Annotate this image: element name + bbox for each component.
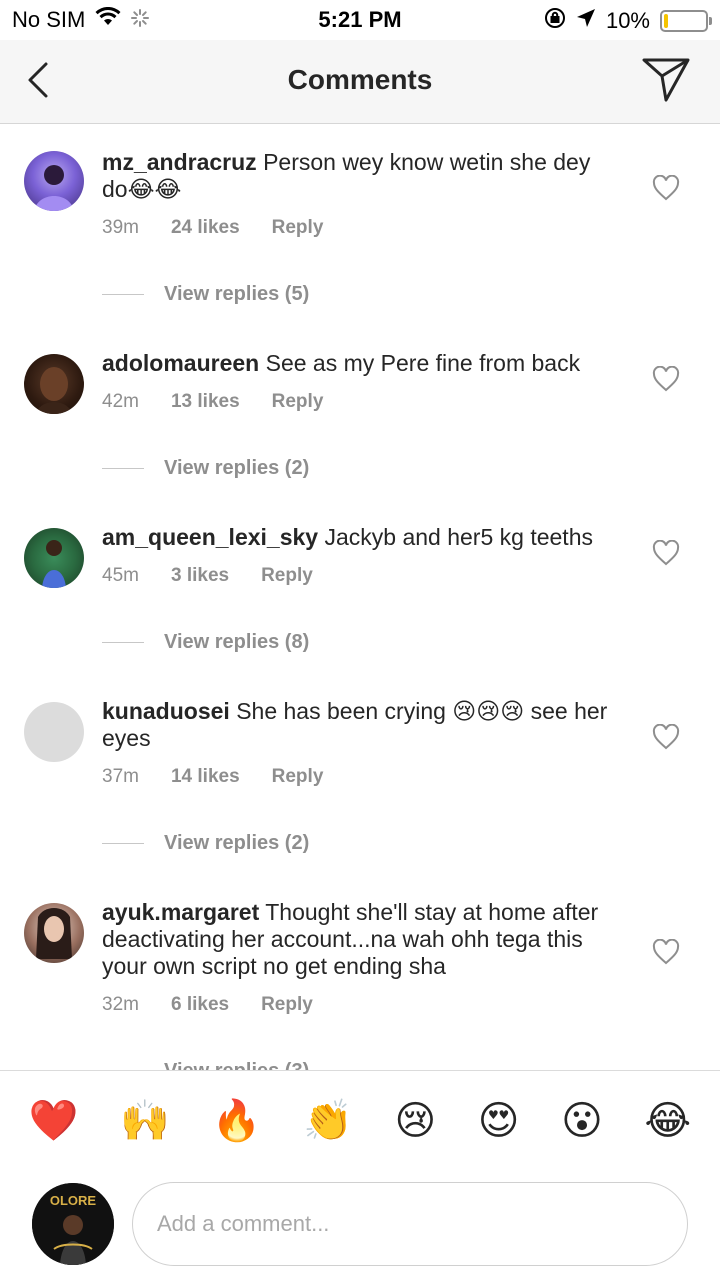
comment-time: 45m (102, 565, 139, 586)
paper-plane-icon (642, 58, 690, 102)
surprised-emoji-button[interactable]: 😮 (561, 1101, 603, 1141)
comment-body: mz_andracruz Person wey know wetin she d… (102, 149, 620, 203)
orientation-lock-icon (544, 7, 566, 35)
view-replies-label: View replies (3) (164, 1060, 309, 1070)
comment-meta: 42m 13 likes Reply (102, 391, 620, 413)
avatar-photo (36, 367, 72, 414)
comment-meta: 37m 14 likes Reply (102, 766, 620, 788)
view-replies-label: View replies (2) (164, 832, 310, 854)
my-avatar-artwork: OLORE (32, 1183, 114, 1265)
avatar[interactable] (24, 354, 84, 414)
comment-username[interactable]: adolomaureen (102, 350, 259, 376)
avatar-photo (42, 540, 66, 588)
avatar[interactable] (24, 151, 84, 211)
battery-level (664, 14, 668, 28)
comment-time: 42m (102, 391, 139, 412)
view-replies-button[interactable]: View replies (8) (102, 631, 620, 654)
view-replies-button[interactable]: View replies (2) (102, 457, 620, 480)
comment-item: adolomaureen See as my Pere fine from ba… (0, 306, 720, 480)
emoji-bar: ❤️ 🙌 🔥 👏 😢 😍 😮 😂 (0, 1070, 720, 1170)
battery-percent: 10% (605, 8, 650, 33)
divider-line (102, 294, 144, 295)
reply-button[interactable]: Reply (261, 565, 313, 587)
comment-text: See as my Pere fine from back (265, 350, 581, 376)
comment-item: mz_andracruz Person wey know wetin she d… (0, 125, 720, 306)
comment-input[interactable] (132, 1182, 688, 1266)
comment-body: am_queen_lexi_sky Jackyb and her5 kg tee… (102, 524, 620, 551)
comment-time: 39m (102, 217, 139, 238)
view-replies-label: View replies (2) (164, 457, 310, 479)
comment-item: ayuk.margaret Thought she'll stay at hom… (0, 855, 720, 1070)
my-avatar-text: OLORE (50, 1193, 97, 1208)
avatar-photo (34, 165, 74, 211)
divider-line (102, 468, 144, 469)
comment-item: kunaduosei She has been crying 😢😢😢 see h… (0, 654, 720, 855)
view-replies-button[interactable]: View replies (2) (102, 832, 620, 855)
crying-emoji-button[interactable]: 😢 (394, 1101, 436, 1141)
laughing-emoji-button[interactable]: 😂 (644, 1101, 691, 1141)
heart-icon[interactable] (652, 724, 680, 750)
nav-header: Comments (0, 40, 720, 124)
my-avatar[interactable]: OLORE (32, 1183, 114, 1265)
comments-screen: No SIM 5:21 PM 10% Comments mz_andracruz… (0, 0, 720, 1280)
divider-line (102, 642, 144, 643)
share-button[interactable] (642, 56, 692, 104)
reply-button[interactable]: Reply (272, 217, 324, 239)
comment-meta: 45m 3 likes Reply (102, 565, 620, 587)
comment-username[interactable]: am_queen_lexi_sky (102, 524, 318, 550)
comment-meta: 39m 24 likes Reply (102, 217, 620, 239)
fire-emoji-button[interactable]: 🔥 (212, 1101, 262, 1141)
view-replies-label: View replies (8) (164, 631, 310, 653)
heart-icon[interactable] (652, 366, 680, 392)
comments-list[interactable]: mz_andracruz Person wey know wetin she d… (0, 125, 720, 1070)
reply-button[interactable]: Reply (261, 994, 313, 1016)
comment-composer: OLORE (0, 1170, 720, 1280)
location-arrow-icon (576, 8, 596, 34)
comment-body: ayuk.margaret Thought she'll stay at hom… (102, 899, 620, 980)
avatar[interactable] (24, 903, 84, 963)
avatar-photo (36, 908, 72, 959)
comment-text: Jackyb and her5 kg teeths (324, 524, 593, 550)
divider-line (102, 843, 144, 844)
raised-hands-emoji-button[interactable]: 🙌 (120, 1101, 170, 1141)
reply-button[interactable]: Reply (272, 391, 324, 413)
comment-likes[interactable]: 13 likes (171, 391, 240, 413)
heart-icon[interactable] (652, 540, 680, 566)
comment-time: 32m (102, 994, 139, 1015)
view-replies-label: View replies (5) (164, 283, 310, 305)
heart-eyes-emoji-button[interactable]: 😍 (478, 1101, 520, 1141)
status-bar: No SIM 5:21 PM 10% (0, 0, 720, 40)
avatar-placeholder[interactable] (24, 702, 84, 762)
comment-body: kunaduosei She has been crying 😢😢😢 see h… (102, 698, 620, 752)
comment-likes[interactable]: 14 likes (171, 766, 240, 788)
comment-username[interactable]: ayuk.margaret (102, 899, 259, 925)
comment-username[interactable]: kunaduosei (102, 698, 230, 724)
status-right: 10% (544, 7, 712, 35)
avatar[interactable] (24, 528, 84, 588)
comment-item: am_queen_lexi_sky Jackyb and her5 kg tee… (0, 480, 720, 654)
comment-body: adolomaureen See as my Pere fine from ba… (102, 350, 620, 377)
heart-icon[interactable] (652, 939, 680, 965)
battery-icon (660, 10, 712, 32)
comment-likes[interactable]: 24 likes (171, 217, 240, 239)
reply-button[interactable]: Reply (272, 766, 324, 788)
comment-likes[interactable]: 3 likes (171, 565, 229, 587)
clap-emoji-button[interactable]: 👏 (303, 1101, 353, 1141)
comment-meta: 32m 6 likes Reply (102, 994, 620, 1016)
heart-emoji-button[interactable]: ❤️ (29, 1101, 79, 1141)
comment-time: 37m (102, 766, 139, 787)
view-replies-button[interactable]: View replies (5) (102, 283, 620, 306)
comment-username[interactable]: mz_andracruz (102, 149, 257, 175)
view-replies-button[interactable]: View replies (3) (102, 1060, 620, 1070)
page-title: Comments (287, 64, 433, 95)
comment-likes[interactable]: 6 likes (171, 994, 229, 1016)
heart-icon[interactable] (652, 175, 680, 201)
